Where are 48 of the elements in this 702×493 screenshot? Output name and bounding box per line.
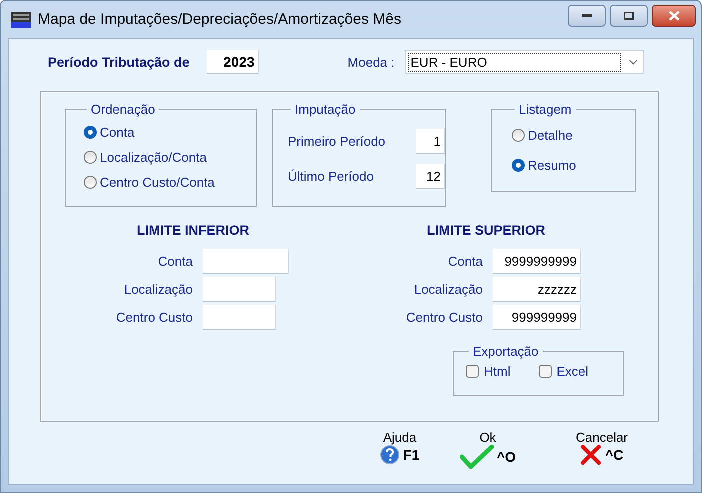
period-label: Período Tributação de: [48, 54, 190, 70]
radio-option[interactable]: Detalhe: [512, 120, 635, 150]
group-legend: Exportação: [469, 344, 543, 359]
currency-label: Moeda :: [348, 54, 395, 70]
field-label: Centro Custo: [405, 310, 483, 325]
radio-option[interactable]: Conta: [84, 120, 256, 145]
group-legend: Imputação: [291, 102, 360, 117]
radio-option[interactable]: Localização/Conta: [84, 145, 256, 170]
app-icon: [11, 12, 31, 28]
radio-option[interactable]: Centro Custo/Conta: [84, 170, 256, 195]
cross-icon: [580, 445, 602, 465]
close-icon: [668, 10, 680, 20]
field-label: Último Período: [288, 169, 374, 184]
field-label: Conta: [447, 254, 483, 269]
minimize-icon: [582, 14, 592, 18]
group-legend: Listagem: [515, 102, 576, 117]
minimize-button[interactable]: [568, 4, 606, 26]
currency-dropdown[interactable]: EUR - EURO: [404, 50, 644, 74]
period-field[interactable]: 1: [416, 129, 445, 154]
field-label: Conta: [157, 254, 193, 269]
field-label: Primeiro Período: [288, 134, 386, 149]
chevron-icon: [628, 58, 638, 66]
maximize-icon: [624, 12, 634, 20]
year-field[interactable]: 2023: [206, 50, 259, 74]
limit-field[interactable]: [203, 305, 276, 330]
section-heading: LIMITE SUPERIOR: [427, 223, 547, 240]
limit-field[interactable]: [203, 277, 276, 302]
limit-field[interactable]: zzzzzz: [493, 277, 581, 302]
group-legend: Ordenação: [87, 102, 160, 117]
cancel-button[interactable]: Cancelar ^C: [569, 430, 635, 469]
maximize-button[interactable]: [610, 4, 648, 26]
ok-button[interactable]: Ok ^O: [457, 430, 519, 469]
help-button[interactable]: Ajuda F1: [375, 430, 425, 469]
limit-field[interactable]: [203, 249, 289, 274]
window-title: Mapa de Imputações/Depreciações/Amortizações Mês: [38, 11, 403, 28]
limit-field[interactable]: 999999999: [493, 305, 581, 330]
checkbox-option[interactable]: Html: [466, 359, 511, 384]
limit-field[interactable]: 9999999999: [493, 249, 581, 274]
section-heading: LIMITE INFERIOR: [137, 223, 250, 240]
period-field[interactable]: 12: [416, 164, 445, 189]
checkbox-option[interactable]: Excel: [538, 359, 589, 384]
help-icon: [380, 445, 400, 465]
field-label: Localização: [123, 282, 193, 297]
radio-option[interactable]: Resumo: [512, 150, 635, 180]
field-label: Centro Custo: [115, 310, 193, 325]
field-label: Localização: [413, 282, 483, 297]
checkmark-icon: [460, 445, 494, 469]
close-button[interactable]: [652, 4, 696, 26]
